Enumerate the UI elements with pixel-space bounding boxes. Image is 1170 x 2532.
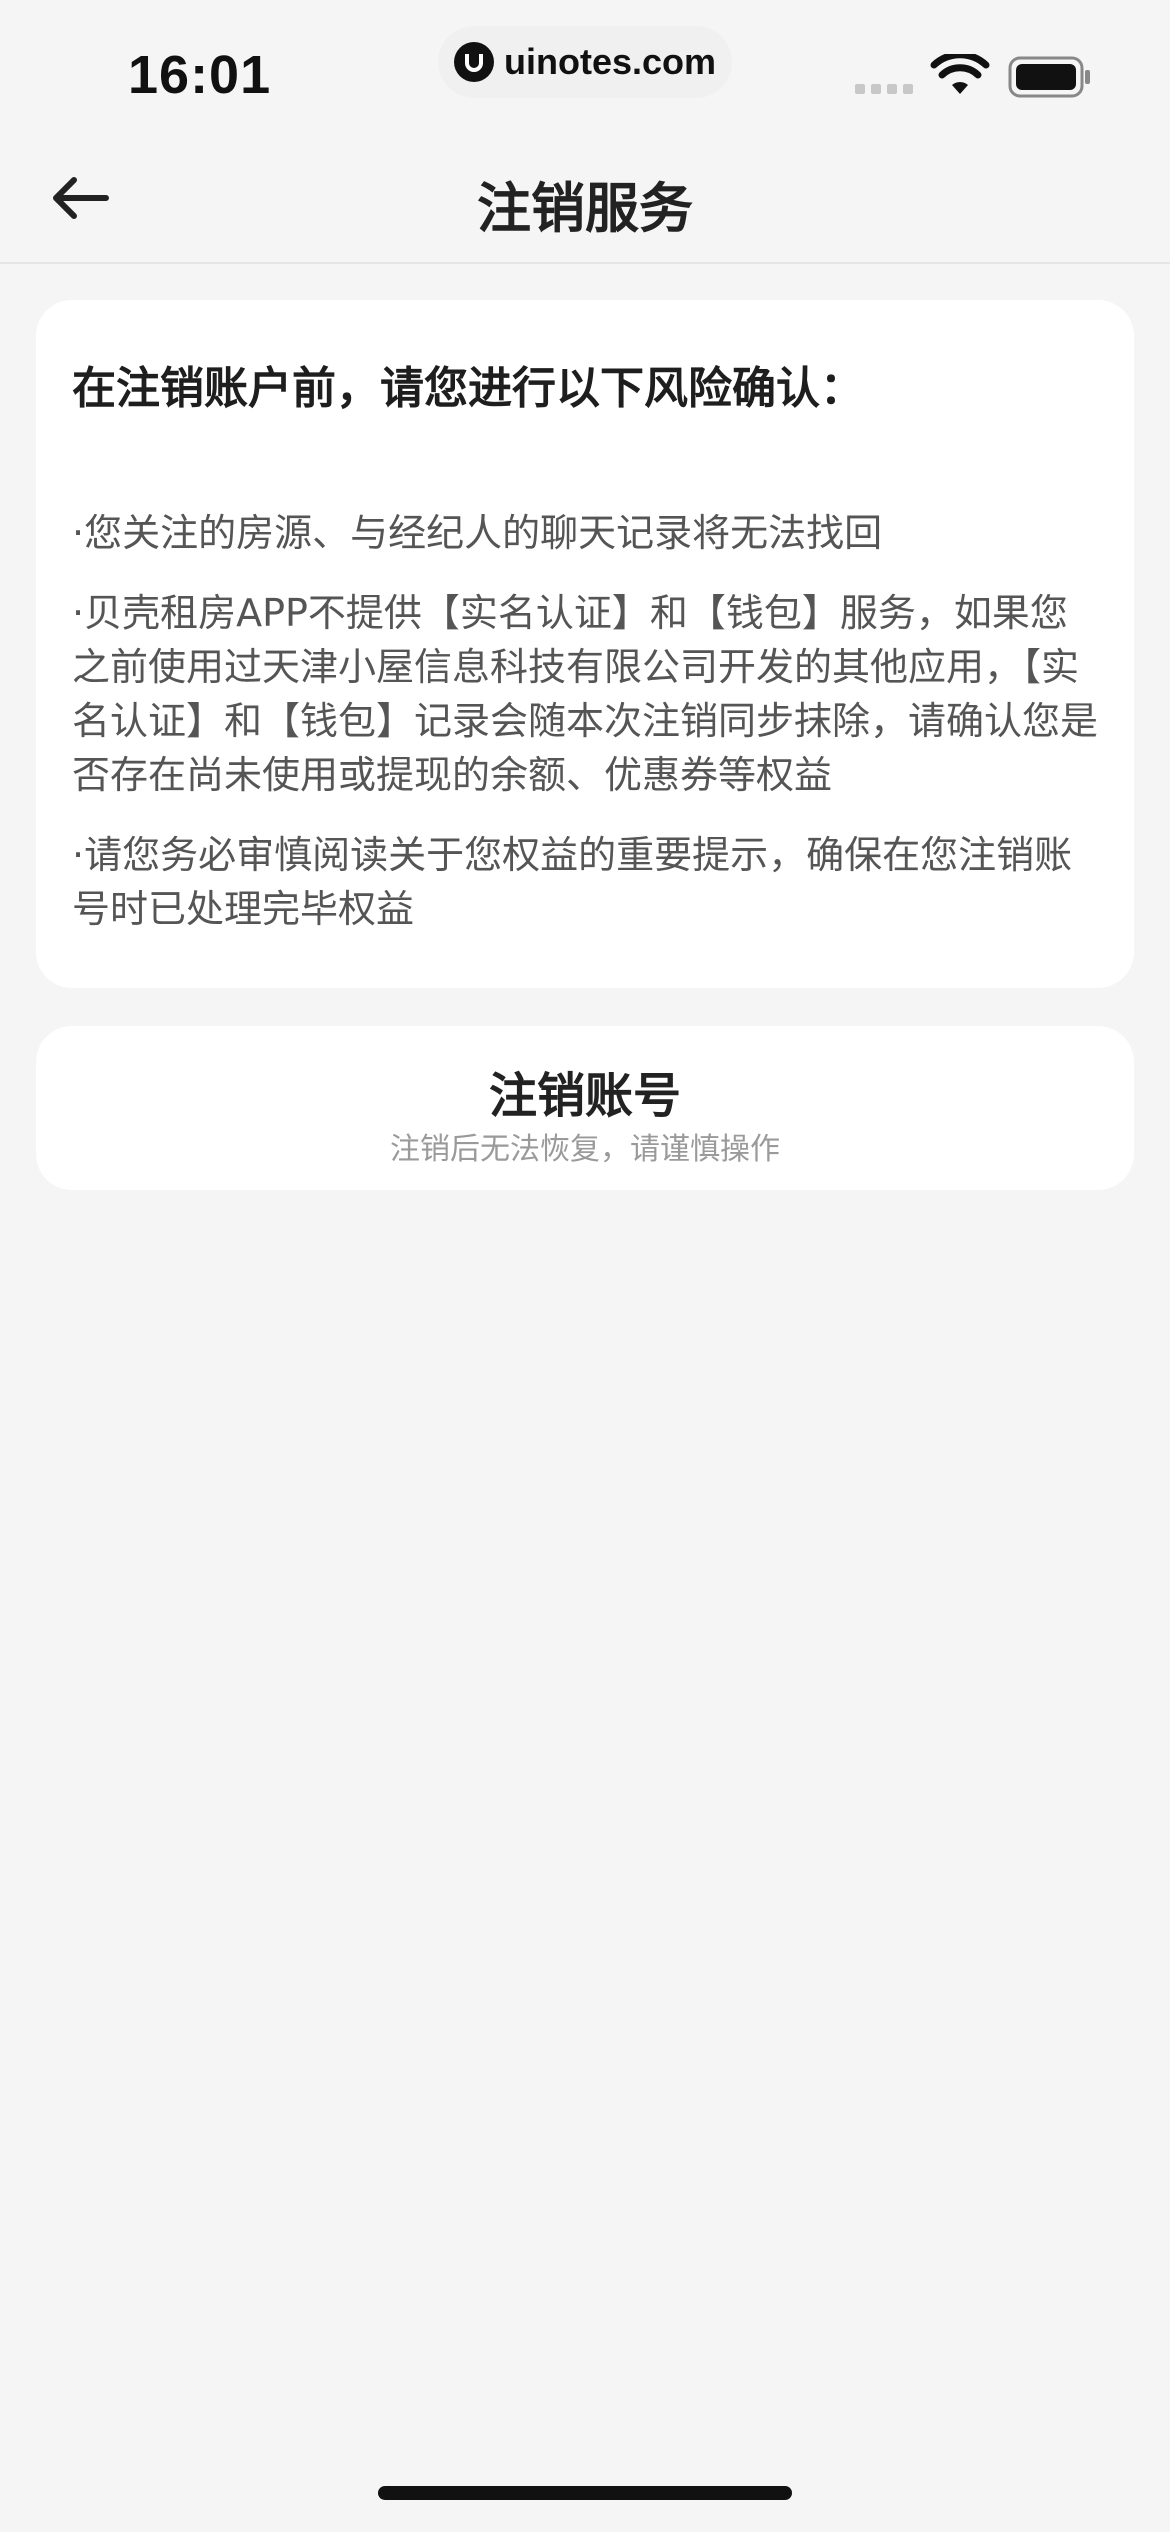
risk-item: ·贝壳租房APP不提供【实名认证】和【钱包】服务，如果您之前使用过天津小屋信息科… (72, 591, 1099, 797)
home-indicator[interactable] (378, 2486, 792, 2500)
uinotes-logo-icon (453, 42, 494, 82)
cellular-signal-icon (855, 84, 913, 94)
risk-list: ·您关注的房源、与经纪人的聊天记录将无法找回 ·贝壳租房APP不提供【实名认证】… (72, 506, 1102, 962)
page-title: 注销服务 (477, 177, 693, 240)
status-time: 16:01 (128, 45, 272, 105)
cancel-account-title: 注销账号 (488, 1068, 681, 1124)
risk-heading: 在注销账户前，请您进行以下风险确认： (72, 363, 864, 414)
risk-confirmation-card: 在注销账户前，请您进行以下风险确认： ·您关注的房源、与经纪人的聊天记录将无法找… (36, 300, 1134, 988)
url-text: uinotes.com (503, 41, 717, 82)
status-bar: 16:01 uinotes.com (0, 0, 1170, 130)
cancel-account-button[interactable]: 注销账号 注销后无法恢复，请谨慎操作 (36, 1026, 1134, 1190)
risk-item: ·请您务必审慎阅读关于您权益的重要提示，确保在您注销账号时已处理完毕权益 (72, 833, 1073, 931)
battery-icon (1008, 56, 1090, 98)
url-pill[interactable]: uinotes.com (438, 26, 732, 98)
cancel-account-subtitle: 注销后无法恢复，请谨慎操作 (390, 1132, 780, 1167)
wifi-icon (930, 54, 990, 94)
navigation-bar: 注销服务 (0, 130, 1170, 264)
risk-item: ·您关注的房源、与经纪人的聊天记录将无法找回 (72, 511, 883, 555)
